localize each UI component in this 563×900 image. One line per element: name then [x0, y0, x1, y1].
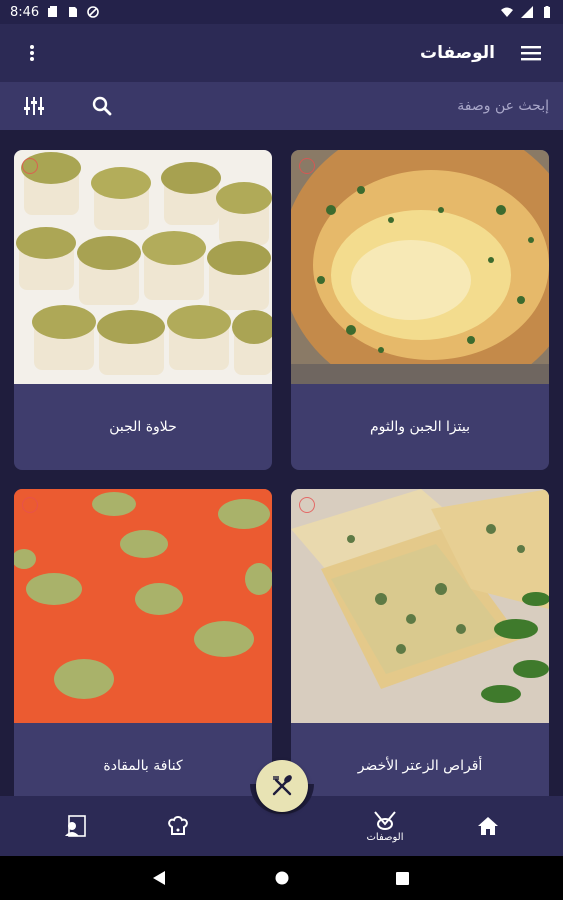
- back-icon[interactable]: [150, 868, 170, 888]
- nav-chef-hat[interactable]: [143, 796, 213, 856]
- recipe-image-kunafa: [14, 489, 272, 723]
- vpn-icon: [87, 6, 100, 18]
- wifi-icon: [501, 7, 513, 17]
- menu-icon[interactable]: [519, 41, 543, 65]
- favorite-icon[interactable]: [299, 158, 315, 174]
- filter-icon[interactable]: [22, 94, 46, 118]
- fab-button[interactable]: [256, 760, 308, 812]
- favorite-icon[interactable]: [22, 158, 38, 174]
- recipe-card[interactable]: حلاوة الجبن: [14, 150, 272, 470]
- battery-icon: [544, 6, 550, 18]
- sim-icon: [69, 7, 78, 17]
- home-circle-icon[interactable]: [272, 868, 292, 888]
- notification-icon: [48, 6, 58, 17]
- recipe-name: بيتزا الجبن والثوم: [370, 419, 470, 435]
- recipe-image-halawa: [14, 150, 272, 384]
- system-nav-bar: [0, 856, 563, 900]
- recipe-name: كنافة بالمقادة: [103, 758, 183, 774]
- recipe-image-thyme-pastries: [291, 489, 549, 723]
- page-title: الوصفات: [420, 43, 495, 63]
- chef-hat-icon: [168, 816, 188, 835]
- home-icon: [478, 817, 498, 835]
- app-bar: الوصفات: [0, 24, 563, 82]
- recipe-grid: بيتزا الجبن والثوم حلاوة الجبن أقراص الز…: [0, 130, 563, 796]
- nav-chef-profile[interactable]: [40, 796, 110, 856]
- search-bar: [0, 82, 563, 130]
- chef-profile-icon: [65, 815, 86, 837]
- status-bar: 8:46: [0, 0, 563, 24]
- recipes-icon: [374, 810, 396, 830]
- recipe-name: حلاوة الجبن: [109, 419, 177, 435]
- nav-home[interactable]: [453, 796, 523, 856]
- recipe-card[interactable]: أقراص الزعتر الأخضر: [291, 489, 549, 796]
- favorite-icon[interactable]: [22, 497, 38, 513]
- search-icon[interactable]: [90, 94, 114, 118]
- nav-recipes-label: الوصفات: [366, 831, 404, 843]
- search-input[interactable]: [289, 98, 549, 114]
- status-time: 8:46: [10, 4, 40, 20]
- nav-recipes[interactable]: الوصفات: [350, 796, 420, 856]
- recipe-name: أقراص الزعتر الأخضر: [357, 758, 483, 774]
- favorite-icon[interactable]: [299, 497, 315, 513]
- recipe-image-pizza: [291, 150, 549, 384]
- more-options-icon[interactable]: [20, 41, 44, 65]
- recents-icon[interactable]: [392, 868, 412, 888]
- signal-icon: [521, 6, 533, 18]
- recipe-card[interactable]: بيتزا الجبن والثوم: [291, 150, 549, 470]
- recipe-card[interactable]: كنافة بالمقادة: [14, 489, 272, 796]
- fork-knife-icon: [272, 775, 292, 796]
